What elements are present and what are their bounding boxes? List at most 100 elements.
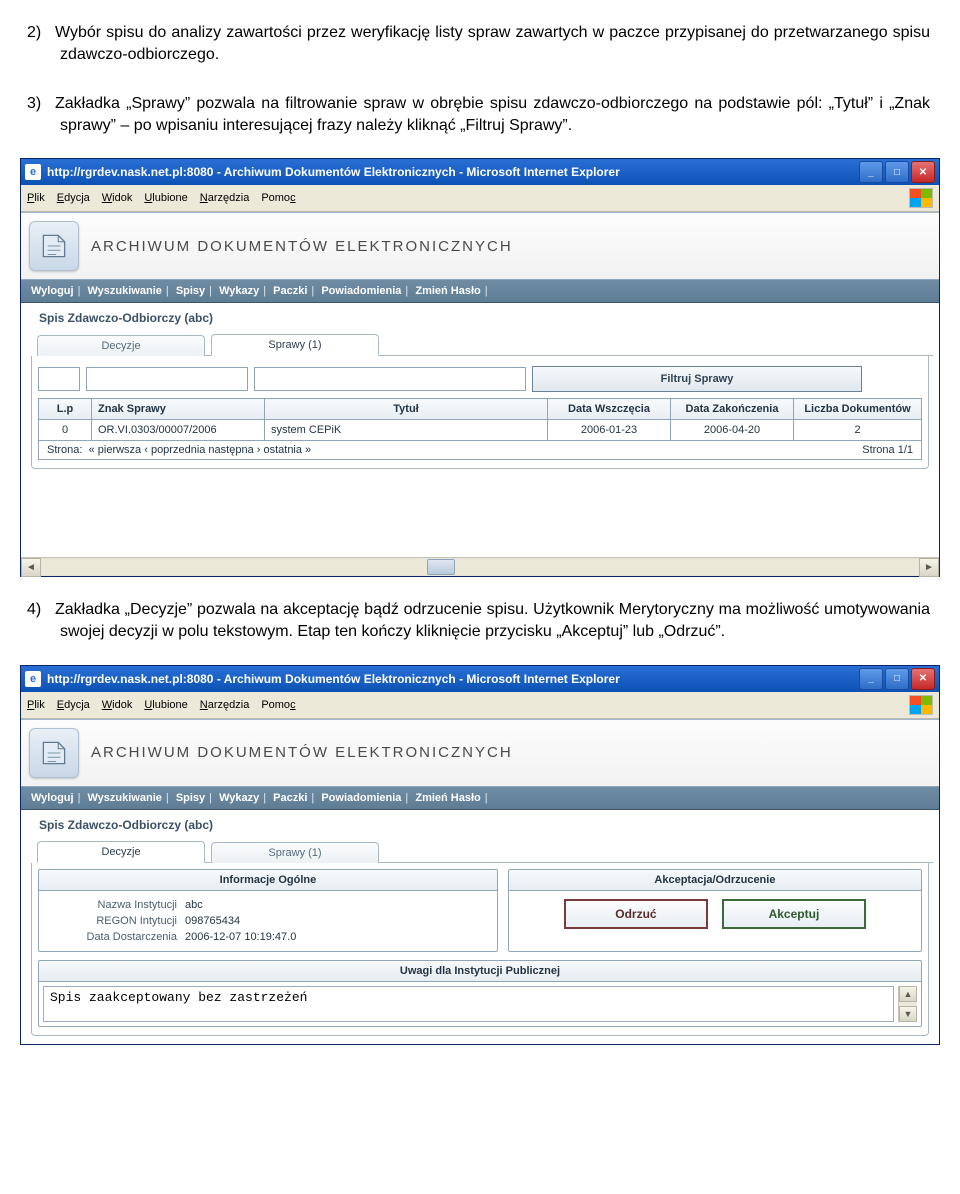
ie-window-title: http://rgrdev.nask.net.pl:8080 - Archiwu…: [47, 672, 859, 686]
ie-menubar: Plik Edycja Widok Ulubione Narzędzia Pom…: [21, 692, 939, 719]
menu-pomoc[interactable]: Pomoc: [261, 192, 295, 204]
window-maximize-button[interactable]: □: [885, 161, 909, 183]
akceptuj-button[interactable]: Akceptuj: [722, 899, 866, 929]
nav-wyloguj[interactable]: Wyloguj: [31, 285, 74, 297]
menu-widok[interactable]: Widok: [102, 699, 133, 711]
footer-pagination-nav[interactable]: « pierwsza ‹ poprzednia następna › ostat…: [89, 444, 312, 456]
nav-paczki[interactable]: Paczki: [273, 792, 307, 804]
app-header: ARCHIWUM DOKUMENTÓW ELEKTRONICZNYCH: [21, 213, 939, 280]
textarea-scrollbar[interactable]: ▲ ▼: [898, 986, 917, 1022]
window-minimize-button[interactable]: _: [859, 668, 883, 690]
menu-narzedzia[interactable]: Narzędzia: [200, 699, 250, 711]
app-nav-bar: Wyloguj| Wyszukiwanie| Spisy| Wykazy| Pa…: [21, 787, 939, 810]
menu-pomoc[interactable]: Pomoc: [261, 699, 295, 711]
menu-edycja[interactable]: Edycja: [57, 699, 90, 711]
nav-powiadomienia[interactable]: Powiadomienia: [321, 285, 401, 297]
menu-ulubione[interactable]: Ulubione: [144, 192, 187, 204]
nav-wykazy[interactable]: Wykazy: [219, 792, 259, 804]
nav-spisy[interactable]: Spisy: [176, 285, 205, 297]
app-title: ARCHIWUM DOKUMENTÓW ELEKTRONICZNYCH: [91, 744, 513, 761]
app-nav-bar: Wyloguj| Wyszukiwanie| Spisy| Wykazy| Pa…: [21, 280, 939, 303]
menu-narzedzia[interactable]: Narzędzia: [200, 192, 250, 204]
menu-ulubione[interactable]: Ulubione: [144, 699, 187, 711]
menu-plik[interactable]: Plik: [27, 699, 45, 711]
doc-paragraph-3: 3)Zakładka „Sprawy” pozwala na filtrowan…: [0, 87, 960, 142]
scroll-right-arrow-icon[interactable]: ►: [919, 558, 939, 577]
ie-titlebar[interactable]: e http://rgrdev.nask.net.pl:8080 - Archi…: [21, 666, 939, 692]
odrzuc-button[interactable]: Odrzuć: [564, 899, 708, 929]
app-header: ARCHIWUM DOKUMENTÓW ELEKTRONICZNYCH: [21, 720, 939, 787]
tabs: Decyzje Sprawy (1): [37, 838, 933, 863]
horizontal-scrollbar[interactable]: ◄ ►: [21, 557, 939, 576]
tab-decyzje[interactable]: Decyzje: [37, 335, 205, 356]
ie-content-area: ARCHIWUM DOKUMENTÓW ELEKTRONICZNYCH Wylo…: [21, 212, 939, 576]
nav-wykazy[interactable]: Wykazy: [219, 285, 259, 297]
info-data-dostarczenia: Data Dostarczenia 2006-12-07 10:19:47.0: [47, 929, 489, 945]
ie-window-sprawy: e http://rgrdev.nask.net.pl:8080 - Archi…: [20, 158, 940, 577]
th-lp: L.p: [39, 399, 92, 420]
tab-sprawy[interactable]: Sprawy (1): [211, 842, 379, 863]
menu-edycja[interactable]: Edycja: [57, 192, 90, 204]
nav-wyloguj[interactable]: Wyloguj: [31, 792, 74, 804]
th-data-wszczecia: Data Wszczęcia: [548, 399, 671, 420]
nav-zmien-haslo[interactable]: Zmień Hasło: [415, 285, 480, 297]
nav-wyszukiwanie[interactable]: Wyszukiwanie: [88, 285, 162, 297]
info-ogolne-panel: Informacje Ogólne Nazwa Instytucji abc R…: [38, 869, 498, 952]
app-logo-icon: [29, 221, 79, 271]
sprawy-table: L.p Znak Sprawy Tytuł Data Wszczęcia Dat…: [38, 398, 922, 441]
menu-plik[interactable]: Plik: [27, 192, 45, 204]
app-title: ARCHIWUM DOKUMENTÓW ELEKTRONICZNYCH: [91, 238, 513, 255]
app-logo-icon: [29, 728, 79, 778]
th-tytul: Tytuł: [265, 399, 548, 420]
tab-panel-sprawy: Filtruj Sprawy L.p Znak Sprawy Tytuł Dat…: [31, 356, 929, 469]
menu-widok[interactable]: Widok: [102, 192, 133, 204]
scroll-track[interactable]: [41, 559, 919, 575]
ie-window-title: http://rgrdev.nask.net.pl:8080 - Archiwu…: [47, 165, 859, 179]
akceptacja-header: Akceptacja/Odrzucenie: [509, 870, 921, 891]
cell-liczba: 2: [794, 420, 922, 441]
window-close-button[interactable]: ✕: [911, 161, 935, 183]
tab-decyzje[interactable]: Decyzje: [37, 841, 205, 863]
th-liczba: Liczba Dokumentów: [794, 399, 922, 420]
cell-data-w: 2006-01-23: [548, 420, 671, 441]
ie-titlebar[interactable]: e http://rgrdev.nask.net.pl:8080 - Archi…: [21, 159, 939, 185]
nav-wyszukiwanie[interactable]: Wyszukiwanie: [88, 792, 162, 804]
doc-paragraph-2: 2)Wybór spisu do analizy zawartości prze…: [0, 16, 960, 71]
tabs: Decyzje Sprawy (1): [37, 331, 933, 356]
scroll-up-arrow-icon[interactable]: ▲: [899, 986, 917, 1002]
table-header-row: L.p Znak Sprawy Tytuł Data Wszczęcia Dat…: [39, 399, 922, 420]
ie-window-decyzje: e http://rgrdev.nask.net.pl:8080 - Archi…: [20, 665, 940, 1045]
nav-zmien-haslo[interactable]: Zmień Hasło: [415, 792, 480, 804]
ie-logo-icon: e: [25, 164, 41, 180]
scroll-down-arrow-icon[interactable]: ▼: [899, 1006, 917, 1022]
filter-input-znak[interactable]: [86, 367, 248, 391]
ie-menubar: Plik Edycja Widok Ulubione Narzędzia Pom…: [21, 185, 939, 212]
cell-data-z: 2006-04-20: [671, 420, 794, 441]
tab-sprawy[interactable]: Sprawy (1): [211, 334, 379, 356]
windows-flag-icon: [909, 188, 933, 208]
scroll-thumb[interactable]: [427, 559, 455, 575]
cell-lp: 0: [39, 420, 92, 441]
nav-powiadomienia[interactable]: Powiadomienia: [321, 792, 401, 804]
filter-input-tytul[interactable]: [254, 367, 526, 391]
doc-paragraph-4: 4)Zakładka „Decyzje” pozwala na akceptac…: [0, 593, 960, 648]
window-close-button[interactable]: ✕: [911, 668, 935, 690]
filter-button[interactable]: Filtruj Sprawy: [532, 366, 862, 392]
scroll-left-arrow-icon[interactable]: ◄: [21, 558, 41, 577]
uwagi-header: Uwagi dla Instytucji Publicznej: [39, 961, 921, 982]
table-row[interactable]: 0 OR.VI.0303/00007/2006 system CEPiK 200…: [39, 420, 922, 441]
nav-paczki[interactable]: Paczki: [273, 285, 307, 297]
windows-flag-icon: [909, 695, 933, 715]
info-ogolne-header: Informacje Ogólne: [39, 870, 497, 891]
window-maximize-button[interactable]: □: [885, 668, 909, 690]
nav-spisy[interactable]: Spisy: [176, 792, 205, 804]
th-znak: Znak Sprawy: [92, 399, 265, 420]
info-regon: REGON Intytucji 098765434: [47, 913, 489, 929]
akceptacja-panel: Akceptacja/Odrzucenie Odrzuć Akceptuj: [508, 869, 922, 952]
page-subtitle: Spis Zdawczo-Odbiorczy (abc): [27, 309, 933, 331]
empty-area: [21, 477, 939, 557]
filter-cell-lp: [38, 367, 80, 391]
uwagi-textarea[interactable]: Spis zaakceptowany bez zastrzeżeń: [43, 986, 894, 1022]
window-minimize-button[interactable]: _: [859, 161, 883, 183]
footer-page-indicator: Strona 1/1: [862, 444, 913, 456]
